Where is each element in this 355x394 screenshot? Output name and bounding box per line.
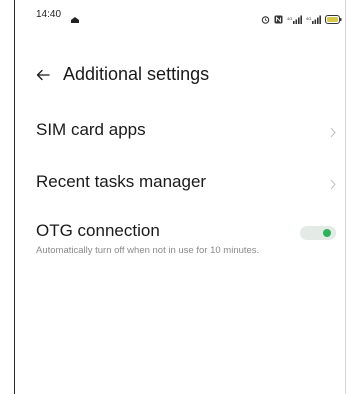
- page-title: Additional settings: [63, 64, 210, 84]
- recent-tasks-manager-item[interactable]: Recent tasks manager: [36, 170, 336, 194]
- phone-screen: 14:40 4G 4G Additional settings SIM card…: [0, 0, 355, 394]
- signal-icon: 4G: [287, 11, 302, 24]
- chevron-right-icon: [330, 177, 336, 190]
- recent-tasks-manager-label: Recent tasks manager: [36, 172, 207, 191]
- status-icons: 4G 4G: [261, 10, 342, 24]
- arrow-left-icon[interactable]: [36, 68, 50, 81]
- toggle-knob: [323, 229, 331, 237]
- otg-connection-description: Automatically turn off when not in use f…: [36, 245, 260, 256]
- chevron-right-icon: [330, 125, 336, 138]
- otg-connection-label: OTG connection: [36, 221, 160, 240]
- status-time: 14:40: [36, 9, 62, 20]
- notification-icon: [70, 11, 80, 23]
- otg-connection-item: OTG connection Automatically turn off wh…: [36, 219, 336, 279]
- screen-edge-right: [345, 0, 346, 394]
- screen-edge-left: [14, 0, 15, 394]
- alarm-icon: [261, 11, 270, 24]
- status-bar: 14:40 4G 4G: [36, 8, 342, 24]
- sim-card-apps-item[interactable]: SIM card apps: [36, 118, 336, 142]
- otg-connection-toggle[interactable]: [300, 226, 336, 240]
- sim-card-apps-label: SIM card apps: [36, 120, 146, 139]
- nfc-icon: [274, 11, 283, 23]
- svg-text:4G: 4G: [306, 16, 311, 21]
- battery-icon: [325, 11, 342, 24]
- page-header: Additional settings: [36, 60, 209, 88]
- svg-text:4G: 4G: [287, 16, 292, 21]
- signal-icon-2: 4G: [306, 11, 321, 24]
